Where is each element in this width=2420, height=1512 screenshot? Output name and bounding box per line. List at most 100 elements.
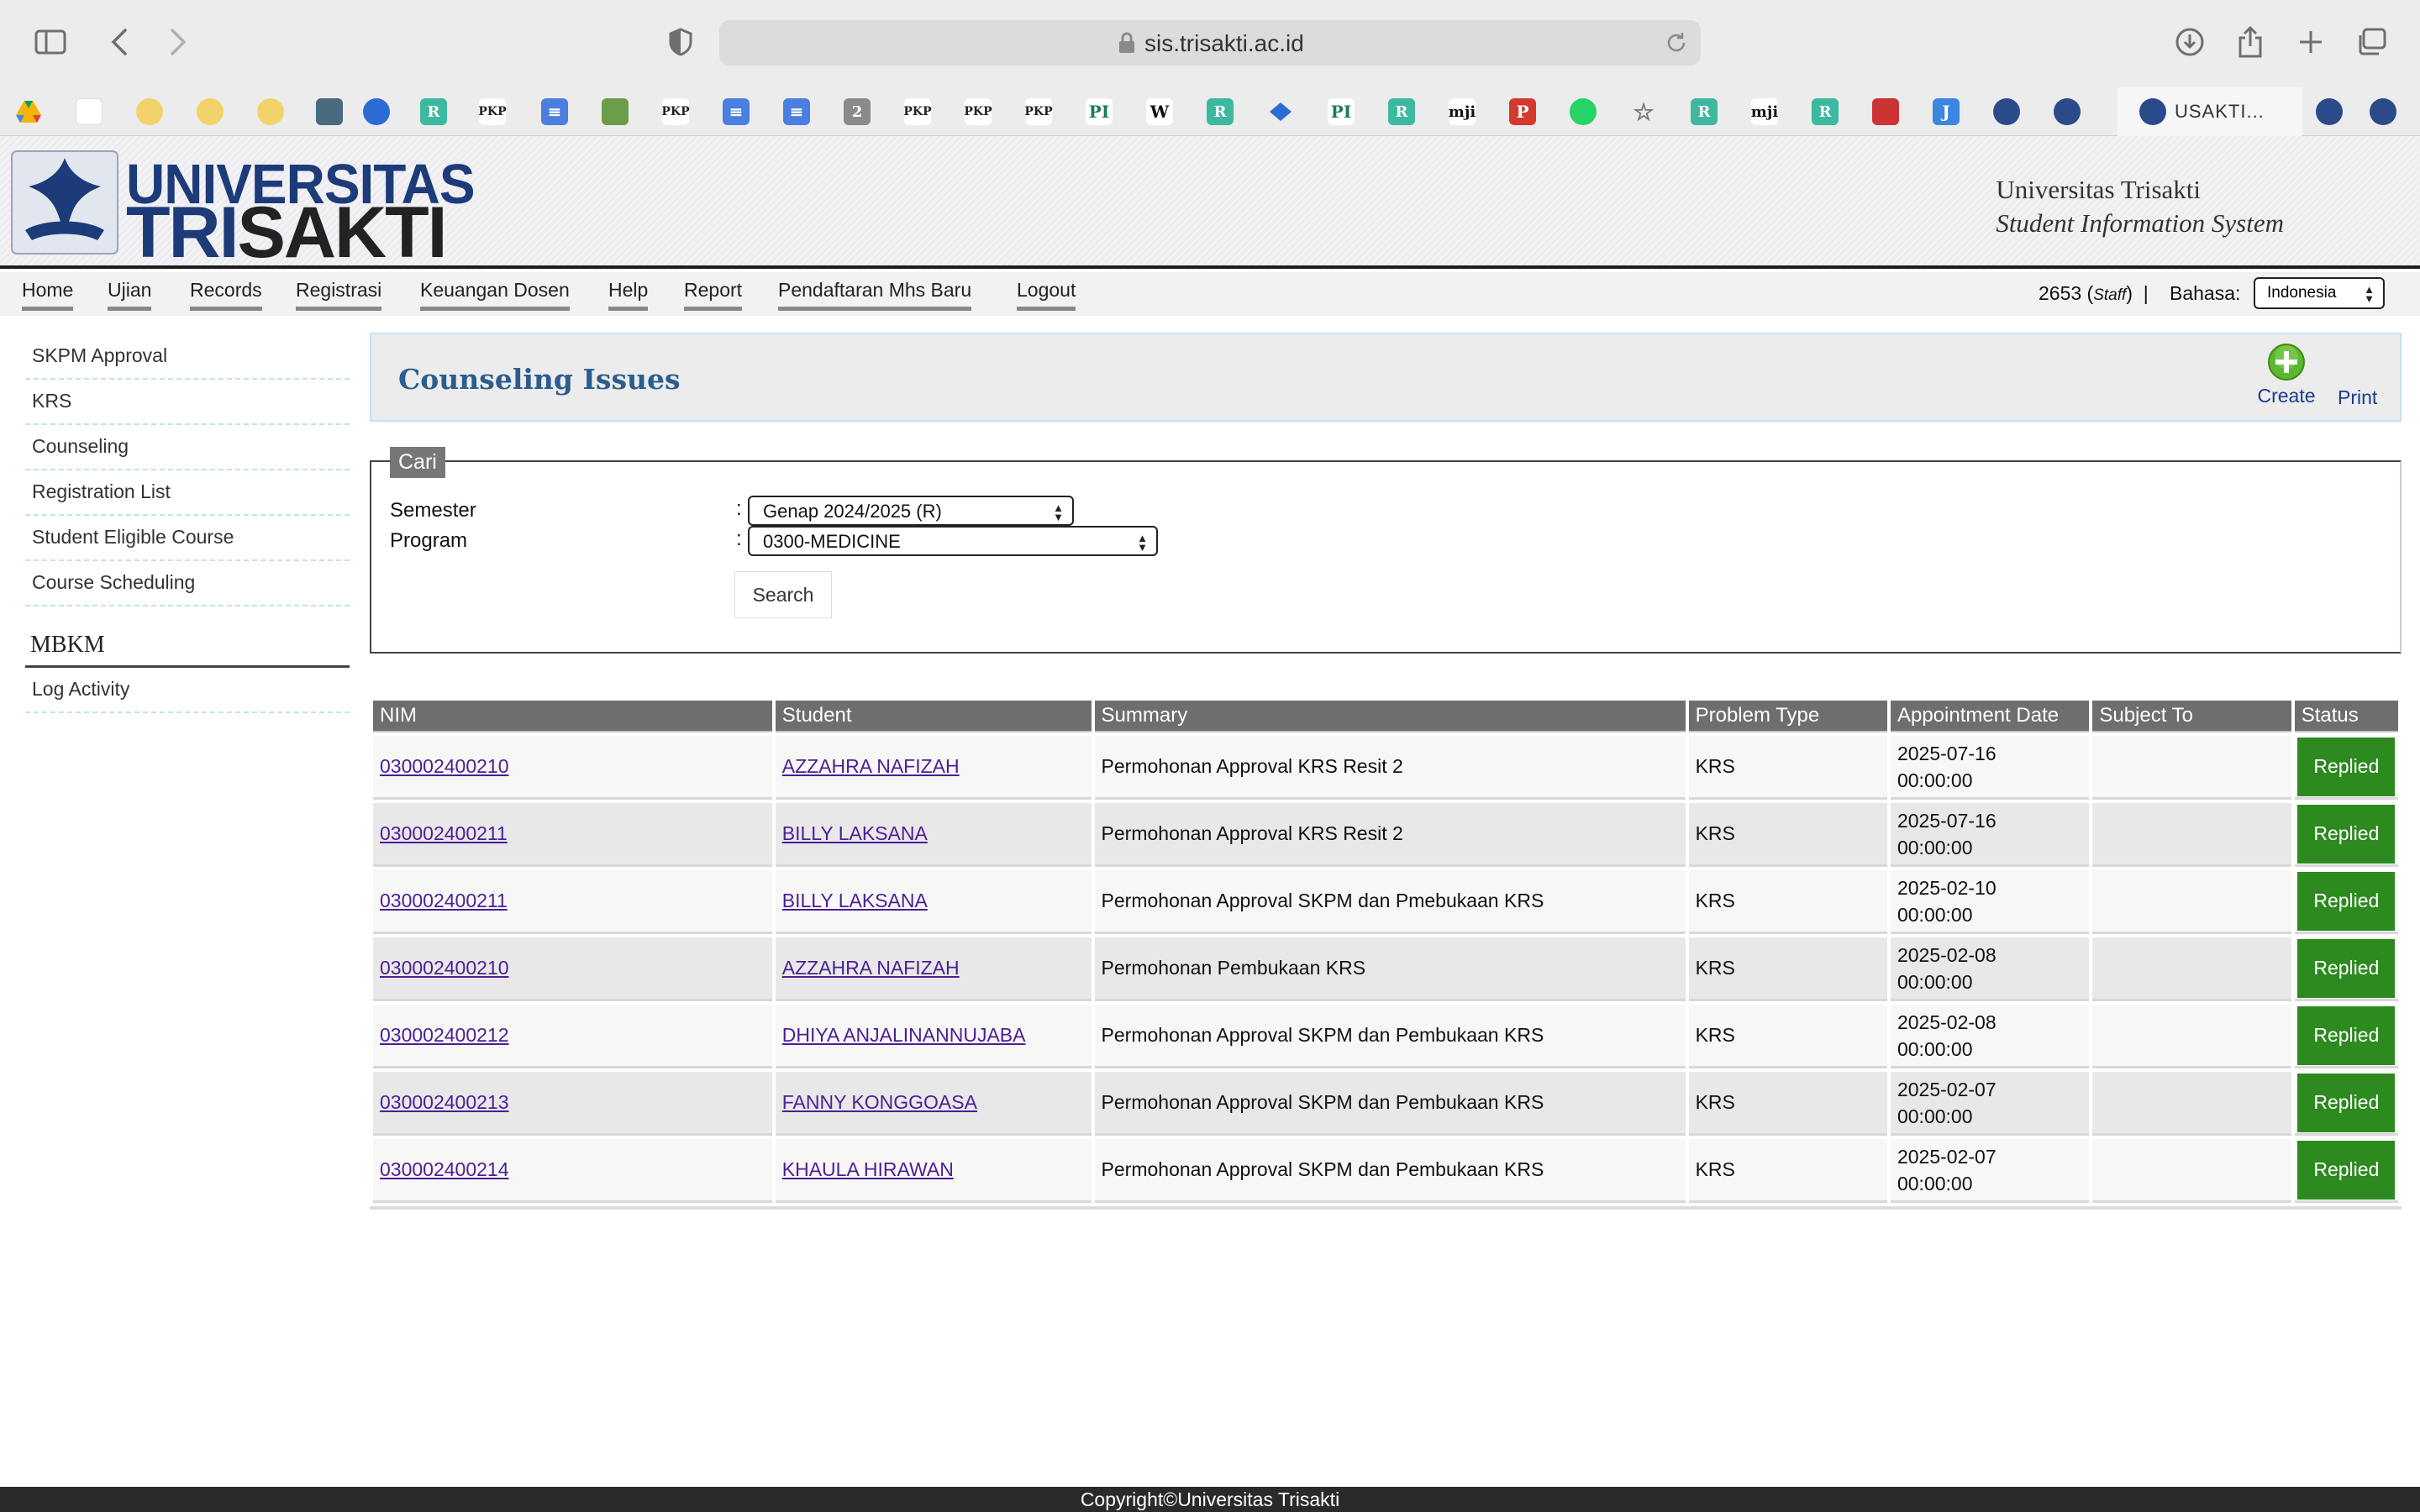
column-header-nim[interactable]: NIM [373, 701, 772, 732]
researchgate-bookmark-icon[interactable]: R [1388, 98, 1415, 125]
trisakti-bookmark-icon[interactable] [2370, 98, 2396, 125]
blank-bookmark-icon[interactable] [76, 98, 103, 125]
researchgate-bookmark-icon[interactable]: R [1207, 98, 1234, 125]
summary-cell: Permohonan Approval KRS Resit 2 [1094, 803, 1686, 867]
semester-select[interactable]: Genap 2024/2025 (R) ▲ ▼ [748, 496, 1074, 526]
student-cell: DHIYA ANJALINANNUJABA [775, 1005, 1092, 1068]
nim-link[interactable]: 030002400210 [380, 755, 509, 777]
column-header-summary[interactable]: Summary [1094, 701, 1686, 732]
pkp-bookmark-icon[interactable]: PKP [661, 98, 690, 125]
nim-link[interactable]: 030002400211 [380, 822, 508, 844]
sidebar-item-course-scheduling[interactable]: Course Scheduling [25, 561, 350, 606]
sidebar-item-counseling[interactable]: Counseling [25, 425, 350, 470]
researchgate-bookmark-icon[interactable]: R [1812, 98, 1839, 125]
docs-bookmark-icon[interactable]: ≡ [723, 98, 750, 125]
nim-link[interactable]: 030002400210 [380, 957, 509, 979]
nim-link[interactable]: 030002400212 [380, 1024, 509, 1046]
nim-link[interactable]: 030002400213 [380, 1091, 509, 1113]
program-select[interactable]: 0300-MEDICINE ▲ ▼ [748, 526, 1158, 556]
back-icon[interactable] [99, 22, 139, 62]
sidebar-item-student-eligible-course[interactable]: Student Eligible Course [25, 516, 350, 561]
nav-home[interactable]: Home [22, 279, 74, 311]
pkp-bookmark-icon[interactable]: PKP [478, 98, 507, 125]
nav-logout[interactable]: Logout [1017, 279, 1076, 311]
sidebar-item-registration-list[interactable]: Registration List [25, 470, 350, 516]
downloads-icon[interactable] [2170, 22, 2210, 62]
whatsapp-bookmark-icon[interactable] [1570, 98, 1597, 125]
sidebar-toggle-icon[interactable] [30, 22, 71, 62]
subject-to-cell [2092, 803, 2291, 867]
nav-help[interactable]: Help [608, 279, 649, 311]
site-bookmark-icon[interactable] [1872, 98, 1899, 125]
university-logo[interactable]: UNIVERSITAS TRISAKTI [10, 146, 476, 273]
language-select[interactable]: Indonesia ▲ ▼ [2254, 277, 2385, 309]
column-header-problem-type[interactable]: Problem Type [1688, 701, 1887, 732]
active-tab[interactable]: USAKTI... [2118, 87, 2302, 136]
docs-bookmark-icon[interactable]: ≡ [783, 98, 810, 125]
researchgate-bookmark-icon[interactable]: R [420, 98, 447, 125]
column-header-status[interactable]: Status [2294, 701, 2398, 732]
emblem-bookmark-icon[interactable] [136, 98, 163, 125]
tab-overview-icon[interactable] [2351, 22, 2391, 62]
emblem-bookmark-icon[interactable] [257, 98, 284, 125]
status-cell: Replied [2294, 1072, 2398, 1136]
sidebar-item-krs[interactable]: KRS [25, 380, 350, 425]
student-link[interactable]: KHAULA HIRAWAN [782, 1158, 954, 1180]
column-header-subject-to[interactable]: Subject To [2092, 701, 2291, 732]
column-header-appointment-date[interactable]: Appointment Date [1890, 701, 2090, 732]
google-drive-bookmark-icon[interactable] [15, 98, 42, 125]
nav-registrasi[interactable]: Registrasi [296, 279, 382, 311]
emblem-bookmark-icon[interactable] [197, 98, 224, 125]
site-bookmark-icon[interactable] [363, 98, 390, 125]
student-link[interactable]: BILLY LAKSANA [782, 890, 928, 911]
mji-bookmark-icon[interactable]: mji [1449, 98, 1476, 125]
forward-icon[interactable] [158, 22, 198, 62]
nav-ujian[interactable]: Ujian [108, 279, 152, 311]
trisakti-bookmark-icon[interactable] [2316, 98, 2343, 125]
trisakti-bookmark-icon[interactable] [1993, 98, 2020, 125]
student-link[interactable]: DHIYA ANJALINANNUJABA [782, 1024, 1026, 1046]
program-colon: : [736, 528, 742, 550]
nav-records[interactable]: Records [190, 279, 262, 311]
address-bar[interactable]: sis.trisakti.ac.id [719, 20, 1701, 66]
pi-bookmark-icon[interactable]: PI [1328, 98, 1355, 125]
nav-keuangan-dosen[interactable]: Keuangan Dosen [420, 279, 570, 311]
nim-cell: 030002400213 [373, 1072, 772, 1136]
new-tab-icon[interactable] [2291, 22, 2331, 62]
column-header-student[interactable]: Student [775, 701, 1092, 732]
wikipedia-bookmark-icon[interactable]: W [1146, 98, 1173, 125]
site-bookmark-icon[interactable]: J [1933, 98, 1960, 125]
sidebar-item-log-activity[interactable]: Log Activity [25, 668, 350, 713]
docs-bookmark-icon[interactable]: ≡ [541, 98, 568, 125]
nim-link[interactable]: 030002400214 [380, 1158, 509, 1180]
site-bookmark-icon[interactable]: P [1509, 98, 1536, 125]
pkp-bookmark-icon[interactable]: PKP [1024, 98, 1053, 125]
reload-icon[interactable] [1664, 30, 1689, 55]
student-link[interactable]: BILLY LAKSANA [782, 822, 928, 844]
student-link[interactable]: FANNY KONGGOASA [782, 1091, 977, 1113]
student-link[interactable]: AZZAHRA NAFIZAH [782, 755, 960, 777]
site-bookmark-icon[interactable] [316, 98, 343, 125]
site-bookmark-icon[interactable] [1267, 98, 1294, 125]
site-bookmark-icon[interactable] [602, 98, 629, 125]
trisakti-bookmark-icon[interactable] [2054, 98, 2081, 125]
add-icon [2267, 343, 2306, 381]
star-bookmark-icon[interactable]: ☆ [1630, 98, 1657, 126]
create-button[interactable]: Create [2250, 343, 2323, 418]
pkp-bookmark-icon[interactable]: PKP [964, 98, 992, 125]
site-bookmark-icon[interactable]: 2 [844, 98, 871, 125]
nim-link[interactable]: 030002400211 [380, 890, 508, 911]
mji-bookmark-icon[interactable]: mji [1751, 98, 1778, 125]
print-button[interactable]: Print [2338, 386, 2377, 409]
share-icon[interactable] [2230, 22, 2270, 62]
pi-bookmark-icon[interactable]: PI [1086, 98, 1113, 125]
privacy-shield-icon[interactable] [660, 22, 701, 62]
table-header-row: NIM Student Summary Problem Type Appoint… [373, 701, 2398, 732]
student-link[interactable]: AZZAHRA NAFIZAH [782, 957, 960, 979]
nav-pendaftaran-mhs-baru[interactable]: Pendaftaran Mhs Baru [778, 279, 972, 311]
nav-report[interactable]: Report [684, 279, 743, 311]
sidebar-item-skpm-approval[interactable]: SKPM Approval [25, 334, 350, 380]
researchgate-bookmark-icon[interactable]: R [1691, 98, 1718, 125]
search-button[interactable]: Search [734, 571, 832, 618]
pkp-bookmark-icon[interactable]: PKP [903, 98, 932, 125]
